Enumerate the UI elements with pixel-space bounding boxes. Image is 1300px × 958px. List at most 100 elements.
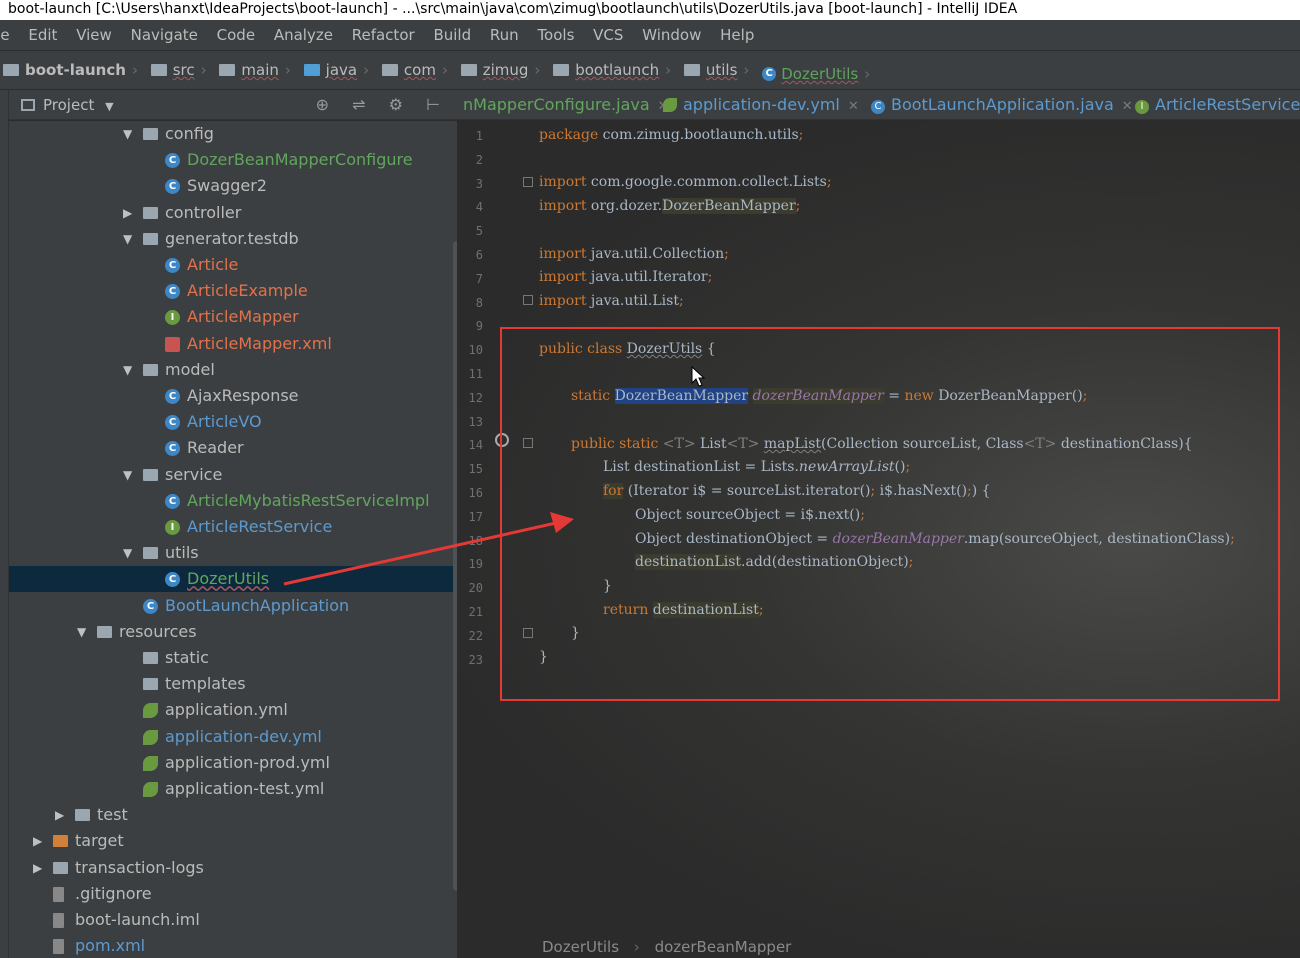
menu-analyze[interactable]: Analyze — [274, 20, 333, 50]
tree-item-reader[interactable]: C Reader — [9, 435, 457, 461]
expanded-arrow-icon[interactable]: ▼ — [123, 121, 132, 147]
tree-item-articleexample[interactable]: C ArticleExample — [9, 278, 457, 304]
menu-code[interactable]: Code — [217, 20, 255, 50]
tree-item-label: resources — [119, 621, 197, 641]
breadcrumb-utils[interactable]: utils › — [683, 51, 754, 89]
tree-item-generator-testdb[interactable]: ▼ generator.testdb — [9, 226, 457, 252]
package-icon — [683, 64, 700, 76]
tree-item-application-prod-yml[interactable]: application-prod.yml — [9, 750, 457, 776]
tree-item-articlerestservice[interactable]: I ArticleRestService — [9, 514, 457, 540]
collapsed-arrow-icon[interactable]: ▶ — [55, 802, 64, 828]
fold-marker-icon[interactable] — [523, 628, 533, 638]
tree-item-label: Swagger2 — [187, 176, 267, 196]
project-panel-tools[interactable]: ⊕ ⇌ ⚙ ⊢ — [316, 90, 449, 120]
chevron-down-icon[interactable]: ▼ — [105, 100, 113, 113]
folder-icon — [53, 835, 68, 848]
tree-item-label: generator.testdb — [165, 228, 299, 248]
menu-edit[interactable]: Edit — [28, 20, 57, 50]
collapsed-arrow-icon[interactable]: ▶ — [33, 855, 42, 881]
expanded-arrow-icon[interactable]: ▼ — [123, 357, 132, 383]
tree-item-bootlaunchapplication[interactable]: C BootLaunchApplication — [9, 593, 457, 619]
menu-run[interactable]: Run — [490, 20, 519, 50]
tree-item-test[interactable]: ▶ test — [9, 802, 457, 828]
tree-item-config[interactable]: ▼ config — [9, 121, 457, 147]
tree-item-articlemybatisrestserviceimpl[interactable]: C ArticleMybatisRestServiceImpl — [9, 488, 457, 514]
breadcrumb-java[interactable]: java › — [303, 51, 373, 89]
folder-icon — [143, 652, 158, 664]
line-number: 20 — [468, 581, 483, 596]
tree-item-dozerbeanmapperconfigure[interactable]: C DozerBeanMapperConfigure — [9, 147, 457, 173]
line-number: 11 — [468, 367, 483, 381]
menu-vcs[interactable]: VCS — [593, 20, 623, 50]
tree-item-gitignore[interactable]: .gitignore — [9, 881, 457, 907]
menu-build[interactable]: Build — [433, 20, 471, 50]
tab-application-dev-yml[interactable]: application-dev.yml ✕ — [657, 90, 865, 119]
project-view-selector[interactable]: Project — [43, 96, 94, 114]
file-icon — [53, 939, 64, 955]
fold-marker-icon[interactable] — [523, 177, 533, 187]
tree-item-application-dev-yml[interactable]: application-dev.yml — [9, 724, 457, 750]
menu-help[interactable]: Help — [720, 20, 754, 50]
menu-refactor[interactable]: Refactor — [352, 20, 415, 50]
breadcrumb-com[interactable]: com › — [381, 51, 452, 89]
window-title: boot-launch [C:\Users\hanxt\IdeaProjects… — [0, 0, 1300, 20]
tree-item-utils[interactable]: ▼ utils — [9, 540, 457, 566]
tree-item-controller[interactable]: ▶ controller — [9, 200, 457, 226]
spring-leaf-icon — [143, 703, 158, 719]
tree-item-label: BootLaunchApplication — [165, 595, 350, 615]
close-icon[interactable]: ✕ — [848, 99, 859, 114]
menu-navigate[interactable]: Navigate — [131, 20, 198, 50]
collapsed-arrow-icon[interactable]: ▶ — [123, 200, 132, 226]
breadcrumb-zimug[interactable]: zimug › — [460, 51, 545, 89]
class-icon: C — [165, 493, 180, 509]
tree-item-application-yml[interactable]: application.yml — [9, 697, 457, 723]
breadcrumb-main[interactable]: main › — [219, 51, 294, 89]
tree-item-static[interactable]: static — [9, 645, 457, 671]
class-icon: C — [165, 415, 180, 431]
menu-window[interactable]: Window — [642, 20, 701, 50]
tree-item-pom-xml[interactable]: pom.xml — [9, 933, 457, 958]
tree-item-dozerutils[interactable]: C DozerUtils — [9, 566, 457, 593]
menu-view[interactable]: View — [76, 20, 112, 50]
editor-breadcrumb-field[interactable]: dozerBeanMapper — [655, 938, 792, 956]
tree-item-target[interactable]: ▶ target — [9, 828, 457, 854]
tree-item-resources[interactable]: ▼ resources — [9, 619, 457, 645]
collapsed-arrow-icon[interactable]: ▶ — [33, 828, 42, 854]
folder-icon — [143, 232, 158, 245]
expanded-arrow-icon[interactable]: ▼ — [77, 619, 86, 645]
tree-item-templates[interactable]: templates — [9, 671, 457, 697]
breadcrumb-dozerutils[interactable]: C DozerUtils › — [762, 55, 874, 93]
tree-item-ajaxresponse[interactable]: C AjaxResponse — [9, 383, 457, 409]
tree-item-articlemapper-xml[interactable]: ArticleMapper.xml — [9, 331, 457, 357]
tree-item-articlevo[interactable]: C ArticleVO — [9, 409, 457, 435]
tree-item-article[interactable]: C Article — [9, 252, 457, 278]
tree-item-label: target — [75, 831, 124, 851]
expanded-arrow-icon[interactable]: ▼ — [123, 540, 132, 566]
tree-item-service[interactable]: ▼ service — [9, 462, 457, 488]
tree-item-application-test-yml[interactable]: application-test.yml — [9, 776, 457, 802]
tab-bootlaunchapplication[interactable]: C BootLaunchApplication.java ✕ — [865, 90, 1139, 119]
line-number: 23 — [468, 652, 483, 667]
tree-item-boot-launch-iml[interactable]: boot-launch.iml — [9, 907, 457, 933]
tab-dozerbeanmapperconfigure[interactable]: nMapperConfigure.java✕ — [457, 90, 675, 119]
breadcrumb-boot-launch[interactable]: boot-launch › — [0, 51, 142, 89]
code-line-4: import org.dozer.DozerBeanMapper; — [539, 198, 801, 214]
menu-file[interactable]: ile — [0, 20, 10, 50]
tree-item-articlemapper[interactable]: I ArticleMapper — [9, 304, 457, 330]
menu-tools[interactable]: Tools — [537, 20, 574, 50]
tree-item-transaction-logs[interactable]: ▶ transaction-logs — [9, 855, 457, 881]
tab-articlerestservice[interactable]: I ArticleRestService.j — [1129, 90, 1300, 119]
fold-marker-icon[interactable] — [523, 438, 533, 448]
tree-item-swagger2[interactable]: C Swagger2 — [9, 173, 457, 199]
code-editor[interactable]: 1 2 3 4 5 6 7 8 9 10 11 12 13 14 15 16 17 18 19 20 21 22 23 pa… — [457, 121, 1300, 958]
breadcrumb-bootlaunch[interactable]: bootlaunch › — [553, 51, 675, 89]
expanded-arrow-icon[interactable]: ▼ — [123, 462, 132, 488]
tree-item-model[interactable]: ▼ model — [9, 357, 457, 383]
folder-icon — [150, 64, 167, 76]
breadcrumb-src[interactable]: src › — [150, 51, 211, 89]
fold-marker-icon[interactable] — [523, 295, 533, 305]
override-gutter-icon[interactable] — [495, 433, 509, 447]
code-line-15: List destinationList = Lists.newArrayLis… — [603, 459, 911, 475]
editor-breadcrumb-class[interactable]: DozerUtils — [542, 938, 619, 956]
expanded-arrow-icon[interactable]: ▼ — [123, 226, 132, 252]
